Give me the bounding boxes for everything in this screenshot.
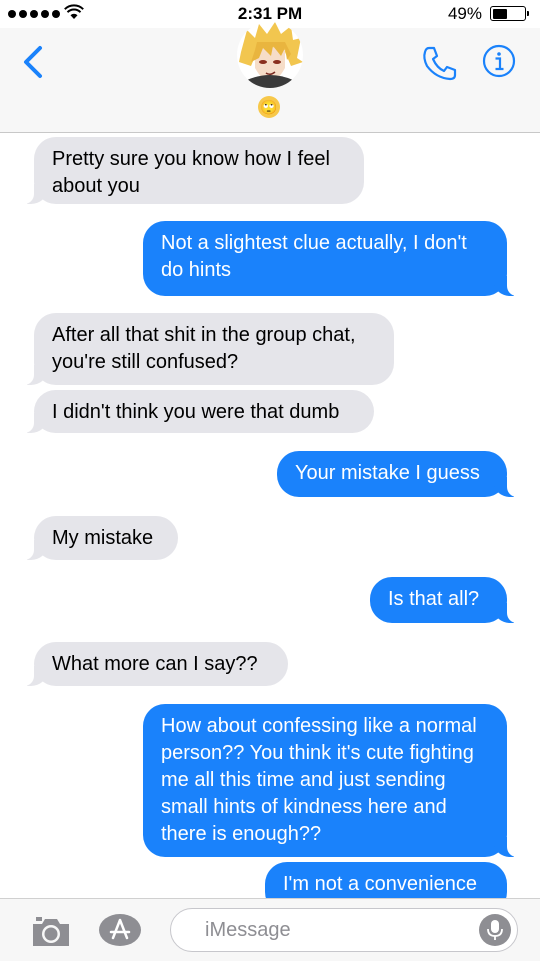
message-text: I didn't think you were that dumb xyxy=(52,401,340,423)
app-store-icon[interactable] xyxy=(98,913,146,947)
message-text: Is that all? xyxy=(388,588,480,610)
message-composer: iMessage xyxy=(0,898,540,961)
battery-percentage: 49% xyxy=(447,4,482,23)
sent-message[interactable]: Not a slightest clue actually, I don't d… xyxy=(143,221,517,296)
message-text: Your mistake I guess xyxy=(295,462,480,484)
chevron-left-icon[interactable] xyxy=(18,42,48,82)
message-text: What more can I say?? xyxy=(52,653,258,675)
received-message[interactable]: What more can I say?? xyxy=(24,642,288,686)
conversation-header: 🙄 xyxy=(0,22,540,133)
message-text: After all that shit in the group chat, y… xyxy=(52,324,356,373)
sent-message[interactable]: How about confessing like a normal perso… xyxy=(143,704,517,857)
message-input-placeholder: iMessage xyxy=(205,919,291,941)
message-text: My mistake xyxy=(52,527,154,549)
received-message[interactable]: My mistake xyxy=(24,516,178,560)
received-message[interactable]: After all that shit in the group chat, y… xyxy=(24,313,394,385)
message-text: Not a slightest clue actually, I don't d… xyxy=(161,232,467,281)
message-text: Pretty sure you know how I feel about yo… xyxy=(52,148,330,197)
message-text: How about confessing like a normal perso… xyxy=(161,715,477,845)
sent-message[interactable]: Your mistake I guess xyxy=(277,451,517,497)
phone-icon[interactable] xyxy=(420,44,458,82)
battery-icon xyxy=(490,6,529,21)
contact-name-emoji[interactable]: 🙄 xyxy=(258,96,280,118)
microphone-icon[interactable] xyxy=(479,914,511,946)
camera-icon[interactable] xyxy=(30,915,72,949)
message-input[interactable]: iMessage xyxy=(170,908,518,952)
received-message[interactable]: I didn't think you were that dumb xyxy=(24,390,374,433)
message-text: I'm not a convenience xyxy=(283,873,477,895)
received-message[interactable]: Pretty sure you know how I feel about yo… xyxy=(24,137,364,204)
sent-message[interactable]: Is that all? xyxy=(370,577,517,623)
info-icon[interactable] xyxy=(482,44,516,78)
contact-avatar[interactable] xyxy=(237,22,303,88)
